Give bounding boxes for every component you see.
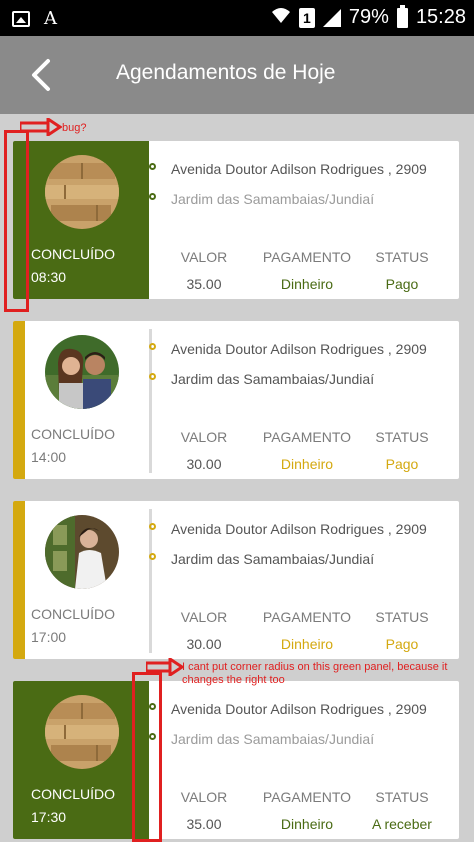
status-header: STATUS: [375, 609, 429, 625]
annotation-box-corner: [132, 672, 162, 842]
valor-header: VALOR: [180, 429, 228, 445]
back-arrow-icon[interactable]: [26, 58, 56, 92]
district-line: Jardim das Samambaias/Jundiaí: [149, 371, 374, 387]
app-bar: Agendamentos de Hoje: [0, 36, 474, 114]
appointment-card[interactable]: CONCLUÍDO 08:30 Avenida Doutor Adilson R…: [13, 141, 459, 299]
annotation-box-bug: [4, 130, 29, 312]
status-header: STATUS: [375, 429, 429, 445]
valor-column: VALOR 30.00: [149, 609, 259, 652]
battery-percent: 79%: [348, 6, 389, 28]
valor-value: 35.00: [186, 816, 222, 832]
annotation-bug-text: bug?: [62, 122, 87, 134]
status-label: CONCLUÍDO: [31, 606, 116, 622]
district-line: Jardim das Samambaias/Jundiaí: [149, 191, 374, 207]
bread-photo: [45, 155, 119, 229]
valor-value: 35.00: [186, 276, 222, 292]
annotation-corner-text: I cant put corner radius on this green p…: [182, 661, 448, 686]
signal-icon: [322, 8, 341, 27]
annotation-arrow-icon: [146, 658, 184, 676]
bullet-icon: [149, 193, 156, 200]
image-icon: [12, 10, 30, 27]
status-value: Pago: [385, 456, 419, 472]
time-label: 17:30: [31, 809, 67, 825]
valor-column: VALOR 35.00: [149, 789, 259, 832]
status-label: CONCLUÍDO: [31, 426, 116, 442]
address-line: Avenida Doutor Adilson Rodrigues , 2909: [149, 701, 427, 717]
valor-column: VALOR 35.00: [149, 249, 259, 292]
valor-header: VALOR: [180, 609, 228, 625]
status-column: STATUS A receber: [347, 789, 457, 832]
bread-photo: [45, 695, 119, 769]
battery-icon: [396, 4, 408, 28]
valor-value: 30.00: [186, 636, 222, 652]
status-panel: CONCLUÍDO 17:00: [13, 501, 149, 659]
status-value: Pago: [385, 636, 419, 652]
time-label: 14:00: [31, 449, 67, 465]
status-header: STATUS: [375, 249, 429, 265]
clock-time: 15:28: [415, 6, 466, 28]
valor-column: VALOR 30.00: [149, 429, 259, 472]
woman-photo: [45, 515, 119, 589]
status-panel: CONCLUÍDO 14:00: [13, 321, 149, 479]
time-label: 17:00: [31, 629, 67, 645]
valor-value: 30.00: [186, 456, 222, 472]
bullet-icon: [149, 373, 156, 380]
address-line: Avenida Doutor Adilson Rodrigues , 2909: [149, 161, 427, 177]
time-label: 08:30: [31, 269, 67, 285]
annotation-arrow-icon: [20, 118, 62, 136]
status-bar: A 1 79% 15:28: [0, 0, 474, 36]
appointment-card[interactable]: CONCLUÍDO 14:00 Avenida Doutor Adilson R…: [13, 321, 459, 479]
appointment-card[interactable]: CONCLUÍDO 17:30 Avenida Doutor Adilson R…: [13, 681, 459, 839]
status-column: STATUS Pago: [347, 609, 457, 652]
status-label: CONCLUÍDO: [31, 786, 116, 802]
bullet-icon: [149, 553, 156, 560]
sim-icon: 1: [298, 7, 315, 28]
valor-header: VALOR: [180, 789, 228, 805]
appointment-card[interactable]: CONCLUÍDO 17:00 Avenida Doutor Adilson R…: [13, 501, 459, 659]
status-column: STATUS Pago: [347, 249, 457, 292]
address-line: Avenida Doutor Adilson Rodrigues , 2909: [149, 341, 427, 357]
font-icon: A: [44, 8, 57, 29]
wifi-icon: [271, 6, 291, 29]
status-header: STATUS: [375, 789, 429, 805]
status-panel: CONCLUÍDO 08:30: [13, 141, 149, 299]
bullet-icon: [149, 523, 156, 530]
couple-photo: [45, 335, 119, 409]
status-value: Pago: [385, 276, 419, 292]
status-value: A receber: [372, 816, 432, 832]
district-line: Jardim das Samambaias/Jundiaí: [149, 551, 374, 567]
status-panel: CONCLUÍDO 17:30: [13, 681, 149, 839]
district-line: Jardim das Samambaias/Jundiaí: [149, 731, 374, 747]
status-column: STATUS Pago: [347, 429, 457, 472]
status-label: CONCLUÍDO: [31, 246, 116, 262]
valor-header: VALOR: [180, 249, 228, 265]
address-line: Avenida Doutor Adilson Rodrigues , 2909: [149, 521, 427, 537]
bullet-icon: [149, 343, 156, 350]
page-title: Agendamentos de Hoje: [116, 61, 336, 84]
bullet-icon: [149, 163, 156, 170]
